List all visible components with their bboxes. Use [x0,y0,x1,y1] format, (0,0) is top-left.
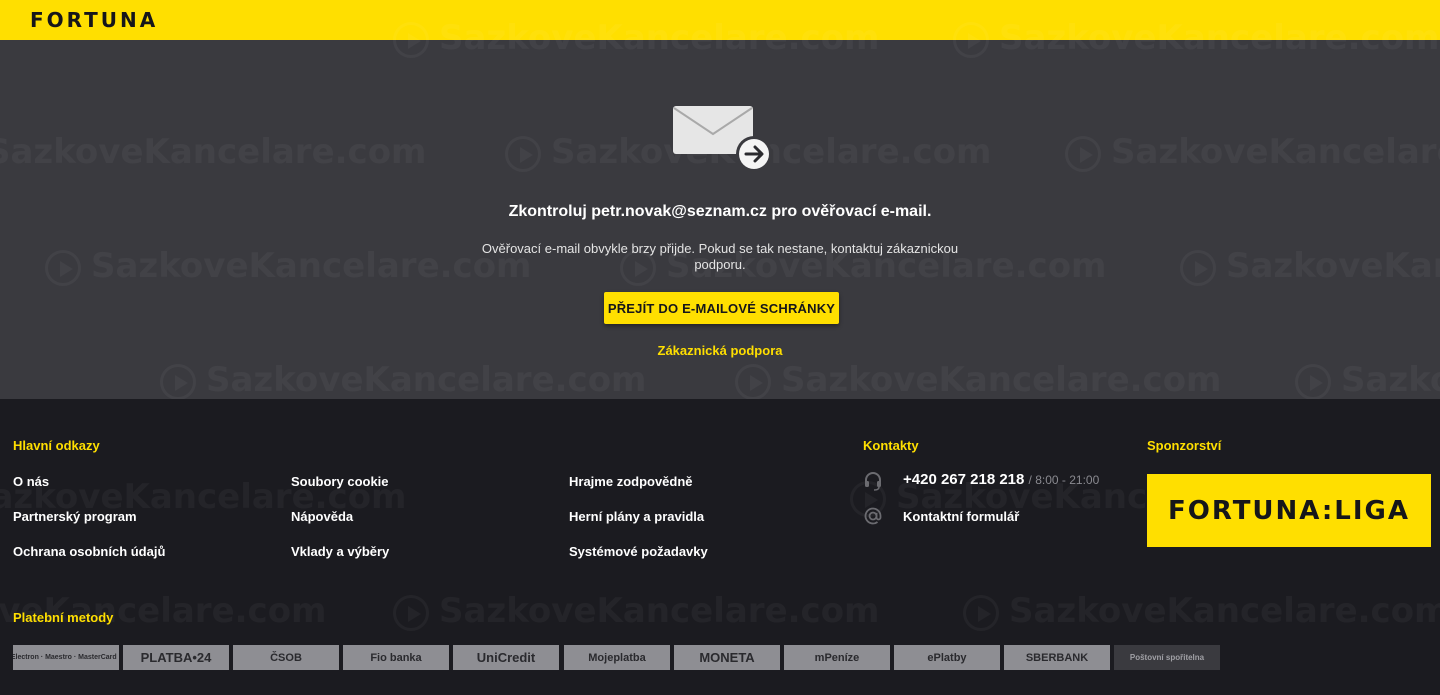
payment-logo-fio: Fio banka [343,645,449,670]
top-bar: FORTUNA [0,0,1440,40]
headset-icon [865,472,881,491]
payment-logo-csob: ČSOB [233,645,339,670]
mail-arrow-icon [673,106,772,172]
footer-link-requirements[interactable]: Systémové požadavky [569,544,708,559]
support-phone[interactable]: +420 267 218 218 / 8:00 - 21:00 [903,471,1099,488]
payment-logo-unicredit: UniCredit [453,645,559,670]
payment-logo-mojeplatba: Mojeplatba [564,645,670,670]
contact-form-link[interactable]: Kontaktní formulář [903,509,1019,524]
go-to-mailbox-button[interactable]: PŘEJÍT DO E-MAILOVÉ SCHRÁNKY [604,292,839,324]
fortuna-logo[interactable]: FORTUNA [30,9,158,31]
watermark: SazkoveKancelare.com [735,360,1222,400]
footer-link-help[interactable]: Nápověda [291,509,353,524]
footer-link-about[interactable]: O nás [13,474,49,489]
footer-link-privacy[interactable]: Ochrana osobních údajů [13,544,165,559]
fortuna-liga-logo[interactable]: FORTUNA:LIGA [1147,474,1431,547]
payment-logo-mpenize: mPeníze [784,645,890,670]
verification-title: Zkontroluj petr.novak@seznam.cz pro ověř… [508,203,932,220]
contacts-heading: Kontakty [863,438,919,453]
payment-logo-postovni-sporitelna: Poštovní spořitelna [1114,645,1220,670]
payment-logo-sberbank: SBERBANK [1004,645,1110,670]
at-sign-icon [864,507,882,525]
watermark: SazkoveKancelare.com [160,360,647,400]
main-links-heading: Hlavní odkazy [13,438,100,453]
payment-logo-eplatby: ePlatby [894,645,1000,670]
phone-hours: / 8:00 - 21:00 [1028,473,1100,487]
sponsorship-heading: Sponzorství [1147,438,1222,453]
footer-link-cookies[interactable]: Soubory cookie [291,474,389,489]
watermark: SazkoveKancelare.com [393,591,880,631]
watermark: SazkoveKancelare.com [45,246,532,286]
watermark: SazkoveKancelare.com [1065,132,1440,172]
payment-methods-heading: Platební metody [13,610,114,625]
watermark: SazkoveKancelare.com [1180,246,1440,286]
customer-support-link[interactable]: Zákaznická podpora [560,343,880,358]
footer-link-responsible[interactable]: Hrajme zodpovědně [569,474,693,489]
watermark: SazkoveKancelare.com [963,591,1440,631]
verification-text: Ověřovací e-mail obvykle brzy přijde. Po… [481,241,959,272]
payment-logo-cards: VISA Electron · Maestro · MasterCard · V… [13,645,119,670]
watermark: SazkoveKancelare.com [1295,360,1440,400]
footer-link-affiliate[interactable]: Partnerský program [13,509,137,524]
payment-logo-platba24: PLATBA•24 [123,645,229,670]
footer-link-deposits[interactable]: Vklady a výběry [291,544,389,559]
footer-link-rules[interactable]: Herní plány a pravidla [569,509,704,524]
watermark: SazkoveKancelare.com [0,132,427,172]
payment-logo-moneta: MONETA [674,645,780,670]
